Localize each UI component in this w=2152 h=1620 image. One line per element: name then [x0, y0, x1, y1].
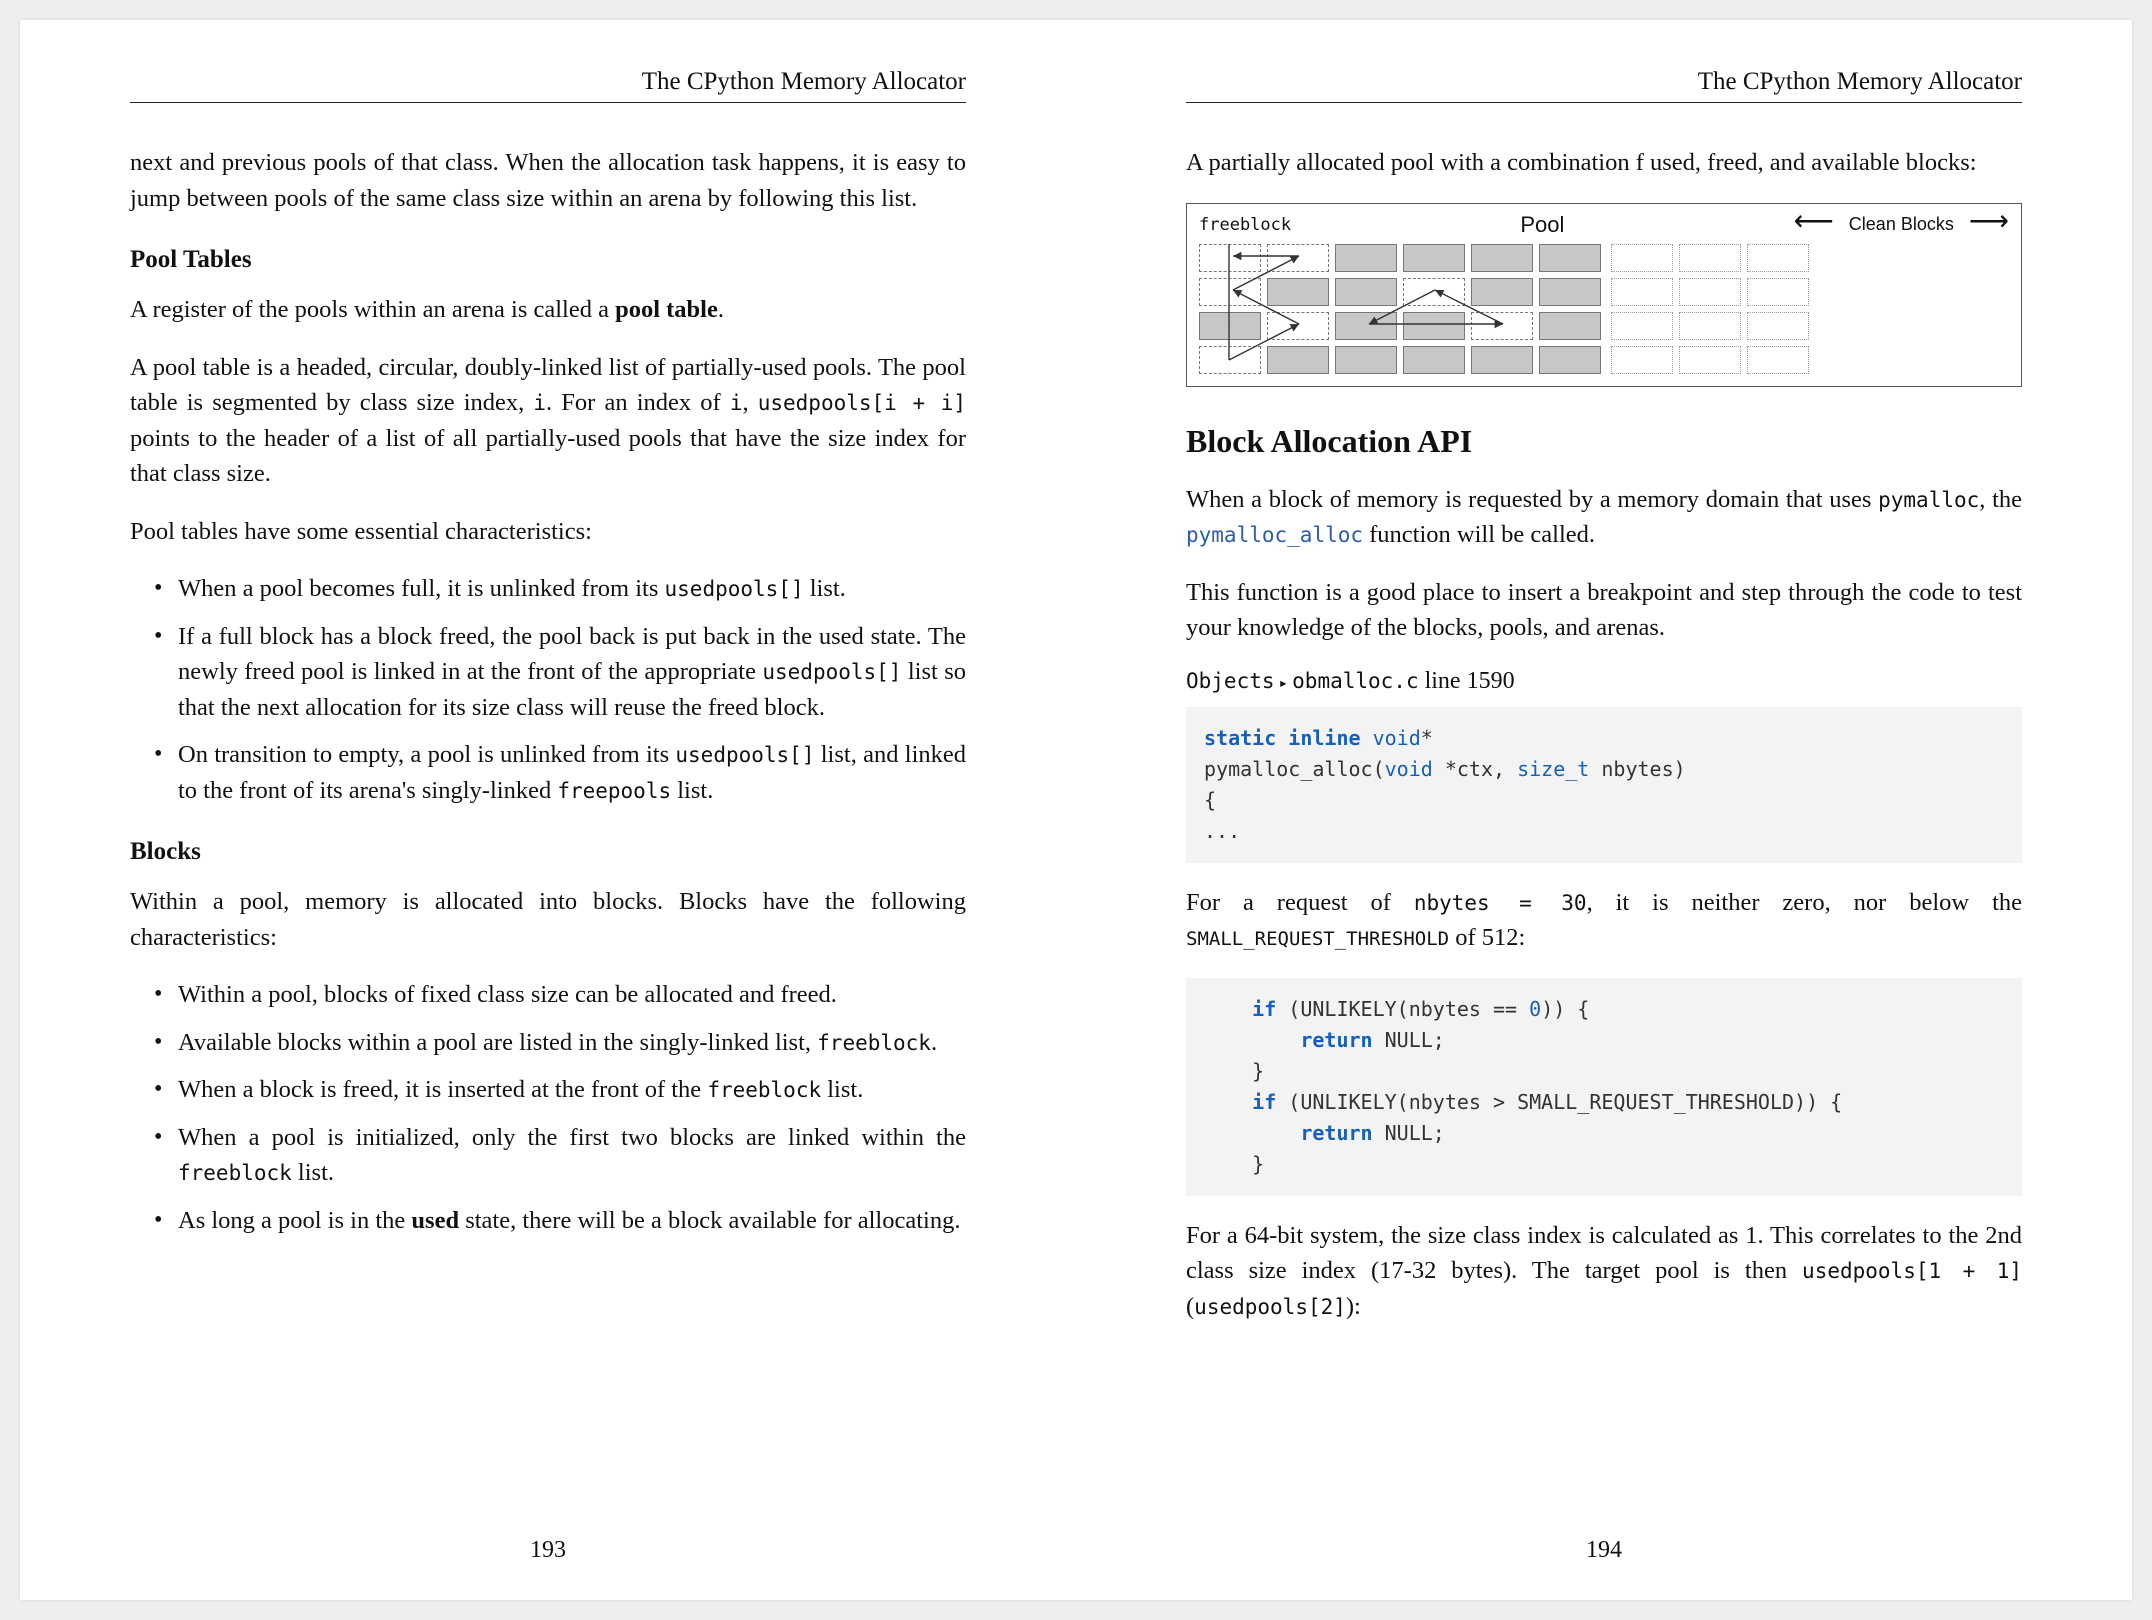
list-item: On transition to empty, a pool is unlink… — [158, 737, 966, 808]
pool-tables-p2: A pool table is a headed, circular, doub… — [130, 350, 966, 492]
text: list. — [821, 1076, 863, 1103]
diagram-header: freeblock Pool ⟵ Clean Blocks ⟶ — [1199, 212, 2009, 238]
api-p3: For a request of nbytes = 30, it is neit… — [1186, 885, 2022, 956]
label-freeblock: freeblock — [1199, 215, 1291, 235]
pool-tables-list: When a pool becomes full, it is unlinked… — [130, 571, 966, 808]
list-item: When a pool becomes full, it is unlinked… — [158, 571, 966, 607]
code-nbytes: nbytes = 30 — [1414, 891, 1587, 915]
list-item: When a block is freed, it is inserted at… — [158, 1072, 966, 1108]
section-head-api: Block Allocation API — [1186, 423, 2022, 460]
text: A register of the pools within an arena … — [130, 296, 615, 323]
code-usedpools-2: usedpools[2] — [1194, 1295, 1346, 1319]
api-p4: For a 64-bit system, the size class inde… — [1186, 1218, 2022, 1325]
pool-tables-p3: Pool tables have some essential characte… — [130, 514, 966, 550]
text: When a block of memory is requested by a… — [1186, 486, 1878, 513]
text: ( — [1186, 1293, 1194, 1320]
right-intro: A partially allocated pool with a combin… — [1186, 145, 2022, 181]
api-p2: This function is a good place to insert … — [1186, 575, 2022, 646]
pool-column-clean — [1611, 244, 1809, 374]
code-path: Objects▸obmalloc.c line 1590 — [1186, 668, 2022, 695]
list-item: As long a pool is in the used state, the… — [158, 1203, 966, 1239]
text: points to the header of a list of all pa… — [130, 425, 966, 488]
page-number-left: 193 — [20, 1537, 1076, 1564]
pool-tables-p1: A register of the pools within an arena … — [130, 292, 966, 328]
code-freepools: freepools — [557, 779, 671, 803]
list-item: Within a pool, blocks of fixed class siz… — [158, 977, 966, 1013]
const-small-request-threshold: SMALL_REQUEST_THRESHOLD — [1186, 928, 1449, 950]
page-spread: The CPython Memory Allocator next and pr… — [20, 20, 2132, 1600]
text: On transition to empty, a pool is unlink… — [178, 741, 675, 768]
path-separator-icon: ▸ — [1279, 673, 1289, 692]
text: For a request of — [1186, 889, 1414, 916]
text: As long a pool is in the — [178, 1207, 411, 1234]
text: , it is neither zero, nor below the — [1587, 889, 2022, 916]
path-line: line 1590 — [1419, 668, 1515, 694]
subhead-blocks: Blocks — [130, 838, 966, 866]
text: Available blocks within a pool are liste… — [178, 1029, 817, 1056]
pool-grid — [1199, 244, 2009, 374]
api-p1: When a block of memory is requested by a… — [1186, 482, 2022, 553]
code-block-2: if (UNLIKELY(nbytes == 0)) { return NULL… — [1186, 978, 2022, 1196]
term-pool-table: pool table — [615, 296, 718, 323]
var-i: i — [533, 391, 546, 415]
subhead-pool-tables: Pool Tables — [130, 246, 966, 274]
text: list. — [804, 575, 846, 602]
term-used: used — [411, 1207, 459, 1234]
page-header-right: The CPython Memory Allocator — [1186, 68, 2022, 103]
page-header-left: The CPython Memory Allocator — [130, 68, 966, 103]
text: state, there will be a block available f… — [459, 1207, 960, 1234]
code-usedpools: usedpools[] — [665, 577, 804, 601]
code-freeblock: freeblock — [178, 1161, 292, 1185]
text: of 512: — [1449, 924, 1525, 951]
list-item: If a full block has a block freed, the p… — [158, 619, 966, 726]
code-usedpools: usedpools[] — [675, 743, 814, 767]
text: function will be called. — [1363, 521, 1595, 548]
list-item: When a pool is initialized, only the fir… — [158, 1120, 966, 1191]
left-page: The CPython Memory Allocator next and pr… — [20, 20, 1076, 1600]
code-block-1: static inline void* pymalloc_alloc(void … — [1186, 707, 2022, 863]
page-number-right: 194 — [1076, 1537, 2132, 1564]
code-usedpools-i: usedpools[i + i] — [758, 391, 966, 415]
var-i: i — [730, 391, 743, 415]
code-freeblock: freeblock — [817, 1031, 931, 1055]
arrow-left-icon: ⟵ — [1794, 205, 1834, 236]
code-usedpools: usedpools[] — [762, 660, 901, 684]
text: . For an index of — [546, 389, 730, 416]
path-dir: Objects — [1186, 669, 1275, 693]
text: , the — [1979, 486, 2022, 513]
path-file: obmalloc.c — [1292, 669, 1418, 693]
label-pool-title: Pool — [1520, 212, 1564, 238]
link-pymalloc-alloc[interactable]: pymalloc_alloc — [1186, 523, 1363, 547]
text: list. — [671, 777, 713, 804]
code-freeblock: freeblock — [707, 1078, 821, 1102]
text: ): — [1346, 1293, 1361, 1320]
text: . — [931, 1029, 937, 1056]
blocks-list: Within a pool, blocks of fixed class siz… — [130, 977, 966, 1238]
clean-blocks-group: ⟵ Clean Blocks ⟶ — [1794, 214, 2009, 235]
list-item: Available blocks within a pool are liste… — [158, 1025, 966, 1061]
right-page: The CPython Memory Allocator A partially… — [1076, 20, 2132, 1600]
pool-diagram: freeblock Pool ⟵ Clean Blocks ⟶ — [1186, 203, 2022, 387]
code-usedpools-1-1: usedpools[1 + 1] — [1802, 1259, 2022, 1283]
intro-paragraph: next and previous pools of that class. W… — [130, 145, 966, 216]
text: When a pool becomes full, it is unlinked… — [178, 575, 665, 602]
code-pymalloc: pymalloc — [1878, 488, 1979, 512]
text: , — [742, 389, 757, 416]
text: list. — [292, 1159, 334, 1186]
text: . — [718, 296, 724, 323]
pool-column-used — [1199, 244, 1601, 374]
label-clean-blocks: Clean Blocks — [1849, 214, 1954, 234]
arrow-right-icon: ⟶ — [1969, 205, 2009, 236]
blocks-p1: Within a pool, memory is allocated into … — [130, 884, 966, 955]
text: When a block is freed, it is inserted at… — [178, 1076, 707, 1103]
text: When a pool is initialized, only the fir… — [178, 1124, 966, 1151]
